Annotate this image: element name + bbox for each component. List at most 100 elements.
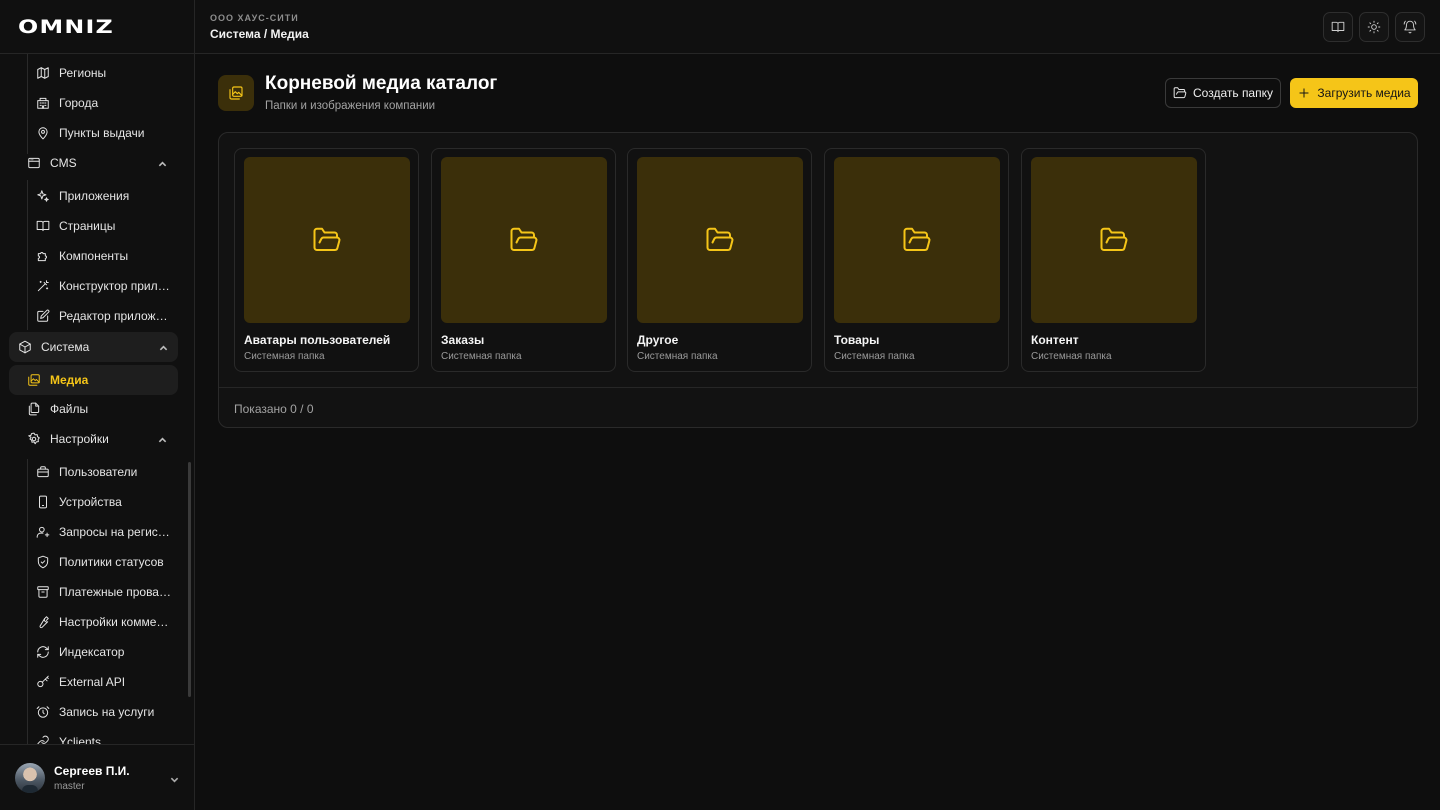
sidebar-item-registration-requests[interactable]: Запросы на регистрацию	[36, 518, 176, 546]
sidebar-item-components[interactable]: Компоненты	[36, 242, 176, 270]
sparkles-icon	[36, 189, 50, 203]
user-plus-icon	[36, 525, 50, 539]
chevron-up-icon[interactable]	[158, 158, 167, 167]
sidebar-item-users[interactable]: Пользователи	[36, 458, 176, 486]
sidebar-item-yclients[interactable]: Yclients	[36, 728, 176, 744]
create-folder-button[interactable]: Создать папку	[1165, 78, 1281, 108]
files-icon	[27, 402, 41, 416]
sidebar-item-apps[interactable]: Приложения	[36, 182, 176, 210]
folder-open-icon	[1100, 227, 1128, 251]
sidebar-item-label: Запись на услуги	[59, 705, 155, 719]
avatar	[15, 762, 45, 793]
wrench-icon	[36, 615, 50, 629]
main-content: Корневой медиа каталог Папки и изображен…	[195, 54, 1440, 810]
folder-card[interactable]: Аватары пользователей Системная папка	[234, 148, 419, 372]
chevron-down-icon[interactable]	[170, 773, 179, 787]
folder-type: Системная папка	[834, 351, 915, 362]
panel-footer: Показано 0 / 0	[219, 387, 1417, 427]
sidebar-group-settings[interactable]: Настройки	[27, 425, 177, 453]
sun-icon	[1367, 20, 1381, 34]
sidebar-item-indexer[interactable]: Индексатор	[36, 638, 176, 666]
folder-card[interactable]: Контент Системная папка	[1021, 148, 1206, 372]
sidebar-item-external-api[interactable]: External API	[36, 668, 176, 696]
sidebar-scrollbar[interactable]	[188, 462, 191, 697]
items-shown-count: Показано 0 / 0	[234, 402, 314, 416]
sidebar-item-pages[interactable]: Страницы	[36, 212, 176, 240]
folder-name: Заказы	[441, 333, 485, 347]
folder-card[interactable]: Товары Системная папка	[824, 148, 1009, 372]
sidebar-item-label: Политики статусов	[59, 555, 164, 569]
link-icon	[36, 735, 50, 744]
folder-thumbnail	[1031, 157, 1197, 323]
sidebar-item-status-policies[interactable]: Политики статусов	[36, 548, 176, 576]
sidebar-item-label: Редактор приложений	[59, 309, 171, 323]
sidebar-group-system[interactable]: Система	[18, 333, 178, 361]
sidebar-item-cities[interactable]: Города	[36, 89, 176, 117]
sidebar-item-payment-providers[interactable]: Платежные провайдеры	[36, 578, 176, 606]
chevron-up-icon[interactable]	[158, 434, 167, 443]
page-subtitle: Папки и изображения компании	[265, 100, 436, 112]
sidebar-item-regions[interactable]: Регионы	[36, 59, 176, 87]
sidebar-item-label: Конструктор приложений	[59, 279, 171, 293]
upload-media-label: Загрузить медиа	[1317, 86, 1411, 100]
folder-thumbnail	[441, 157, 607, 323]
sidebar-item-label: Приложения	[59, 189, 130, 203]
sidebar-item-label: Запросы на регистрацию	[59, 525, 171, 539]
page-title: Корневой медиа каталог	[265, 73, 498, 94]
sidebar-item-app-builder[interactable]: Конструктор приложений	[36, 272, 176, 300]
sidebar-item-pickup-points[interactable]: Пункты выдачи	[36, 119, 176, 147]
sidebar-item-commerce-settings[interactable]: Настройки коммерции	[36, 608, 176, 636]
images-icon	[229, 86, 243, 100]
sidebar-nav: Регионы Города Пункты выдачи CMS Приложе…	[0, 54, 195, 744]
sidebar-item-label: Компоненты	[59, 249, 129, 263]
sidebar-item-label: Система	[41, 340, 90, 354]
media-panel: Аватары пользователей Системная папка За…	[218, 132, 1418, 428]
sidebar-item-label: Пользователи	[59, 465, 138, 479]
alarm-clock-icon	[36, 705, 50, 719]
images-icon	[27, 373, 41, 387]
smartphone-icon	[36, 495, 50, 509]
sidebar-item-label: Медиа	[50, 373, 89, 387]
user-name: Сергеев П.И.	[54, 763, 130, 778]
puzzle-icon	[36, 249, 50, 263]
sidebar-item-label: Настройки	[50, 432, 109, 446]
sidebar-item-label: External API	[59, 675, 126, 689]
app-logo[interactable]: OMNIZ	[18, 16, 114, 38]
tree-line	[27, 180, 28, 330]
folder-name: Товары	[834, 333, 880, 347]
docs-button[interactable]	[1323, 12, 1353, 42]
sidebar-item-media[interactable]: Медиа	[27, 366, 177, 394]
folder-name: Контент	[1031, 333, 1079, 347]
folder-open-icon	[313, 227, 341, 251]
folder-open-icon	[903, 227, 931, 251]
breadcrumb: Система / Медиа	[210, 27, 309, 41]
folder-type: Системная папка	[441, 351, 522, 362]
tree-line	[27, 459, 28, 744]
top-bar: ООО ХАУС-СИТИ Система / Медиа	[195, 0, 1440, 54]
sidebar-item-service-booking[interactable]: Запись на услуги	[36, 698, 176, 726]
folder-thumbnail	[637, 157, 803, 323]
chevron-up-icon[interactable]	[159, 342, 168, 351]
refresh-icon	[36, 645, 50, 659]
sidebar-item-app-editor[interactable]: Редактор приложений	[36, 302, 176, 330]
user-role: master	[54, 780, 85, 792]
user-menu[interactable]: Сергеев П.И. master	[0, 744, 195, 810]
sidebar-item-files[interactable]: Файлы	[27, 395, 177, 423]
upload-media-button[interactable]: Загрузить медиа	[1290, 78, 1418, 108]
book-open-icon	[1331, 21, 1345, 33]
sidebar-group-cms[interactable]: CMS	[27, 149, 177, 177]
archive-icon	[36, 585, 50, 599]
cube-icon	[18, 340, 32, 354]
folder-name: Другое	[637, 333, 679, 347]
sidebar-item-devices[interactable]: Устройства	[36, 488, 176, 516]
sidebar-item-label: Yclients	[59, 735, 102, 744]
gear-icon	[27, 432, 41, 446]
key-icon	[36, 675, 50, 689]
theme-toggle-button[interactable]	[1359, 12, 1389, 42]
folder-card[interactable]: Заказы Системная папка	[431, 148, 616, 372]
notifications-button[interactable]	[1395, 12, 1425, 42]
folder-card[interactable]: Другое Системная папка	[627, 148, 812, 372]
sidebar-item-label: Страницы	[59, 219, 116, 233]
map-pin-icon	[36, 126, 50, 140]
briefcase-icon	[36, 465, 50, 479]
